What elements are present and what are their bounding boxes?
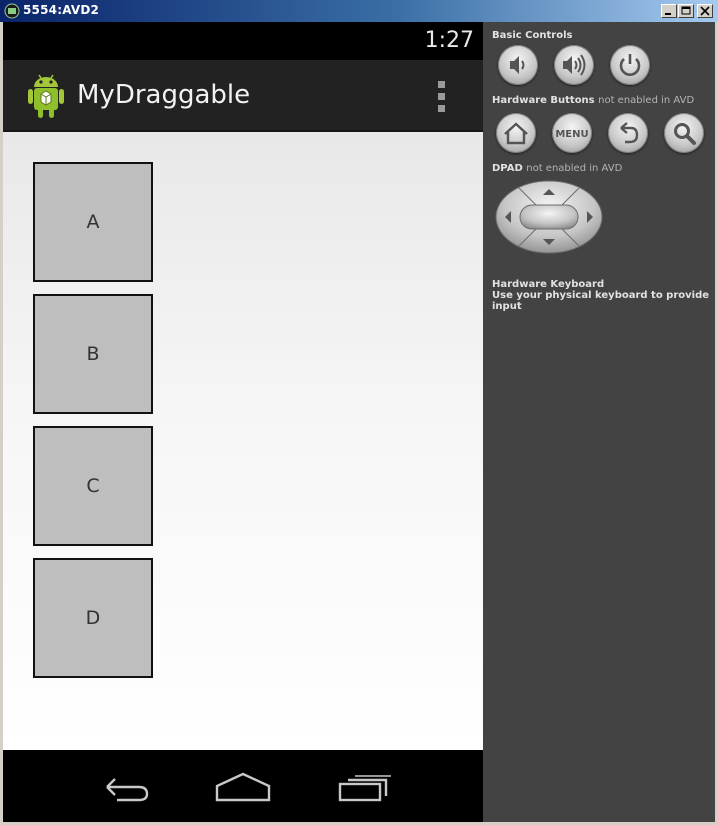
dpad-note: not enabled in AVD [526, 163, 623, 174]
dpad-control[interactable] [495, 180, 603, 254]
emulator-controls-panel: Basic Controls Hardware Buttons not enab… [483, 22, 715, 822]
window-title: 5554:AVD2 [23, 3, 100, 17]
hw-search-button[interactable] [664, 113, 704, 153]
draggable-box-c[interactable]: C [33, 426, 153, 546]
basic-controls-label: Basic Controls [492, 30, 573, 41]
navigation-bar [3, 750, 483, 822]
hardware-keyboard-section: Hardware Keyboard Use your physical keyb… [492, 279, 715, 312]
hardware-keyboard-hint: Use your physical keyboard to provide in… [492, 290, 710, 312]
hw-home-button[interactable] [496, 113, 536, 153]
hw-back-button[interactable] [608, 113, 648, 153]
maximize-icon [681, 6, 691, 15]
android-app-icon[interactable] [23, 74, 69, 120]
home-icon[interactable] [213, 768, 273, 808]
window-title-bar[interactable]: 5554:AVD2 [0, 0, 718, 22]
dpad-label: DPAD not enabled in AVD [492, 163, 622, 174]
hardware-buttons-note: not enabled in AVD [598, 95, 695, 106]
minimize-button[interactable] [661, 4, 677, 18]
status-clock: 1:27 [424, 28, 474, 53]
hw-menu-button[interactable]: MENU [552, 113, 592, 153]
close-icon [700, 6, 710, 16]
recent-apps-icon[interactable] [335, 768, 395, 808]
volume-up-button[interactable] [554, 45, 594, 85]
device-screen[interactable]: 1:27 MyDraggable A B C D [3, 22, 483, 822]
home-icon [504, 122, 528, 145]
back-icon[interactable] [93, 768, 153, 808]
content-area: A B C D [3, 132, 483, 750]
draggable-box-d[interactable]: D [33, 558, 153, 678]
hardware-keyboard-label: Hardware Keyboard [492, 279, 605, 290]
draggable-box-a[interactable]: A [33, 162, 153, 282]
hardware-buttons-title: Hardware Buttons [492, 95, 595, 106]
action-bar: MyDraggable [3, 60, 483, 132]
minimize-icon [665, 13, 671, 15]
overflow-menu-icon[interactable] [436, 81, 446, 113]
draggable-box-b[interactable]: B [33, 294, 153, 414]
volume-up-icon [563, 54, 586, 76]
emulator-app-icon [4, 3, 20, 19]
volume-down-button[interactable] [498, 45, 538, 85]
power-button[interactable] [610, 45, 650, 85]
hardware-buttons-label: Hardware Buttons not enabled in AVD [492, 95, 694, 106]
maximize-button[interactable] [678, 4, 694, 18]
volume-down-icon [510, 56, 525, 74]
menu-button-face: MENU [555, 129, 588, 140]
menu-button-label: MENU [555, 129, 588, 140]
search-icon [674, 123, 696, 145]
power-icon [619, 54, 641, 76]
dpad-title: DPAD [492, 163, 523, 174]
app-title: MyDraggable [77, 80, 251, 110]
back-icon [620, 122, 639, 144]
status-bar: 1:27 [3, 22, 483, 60]
close-button[interactable] [697, 4, 713, 18]
